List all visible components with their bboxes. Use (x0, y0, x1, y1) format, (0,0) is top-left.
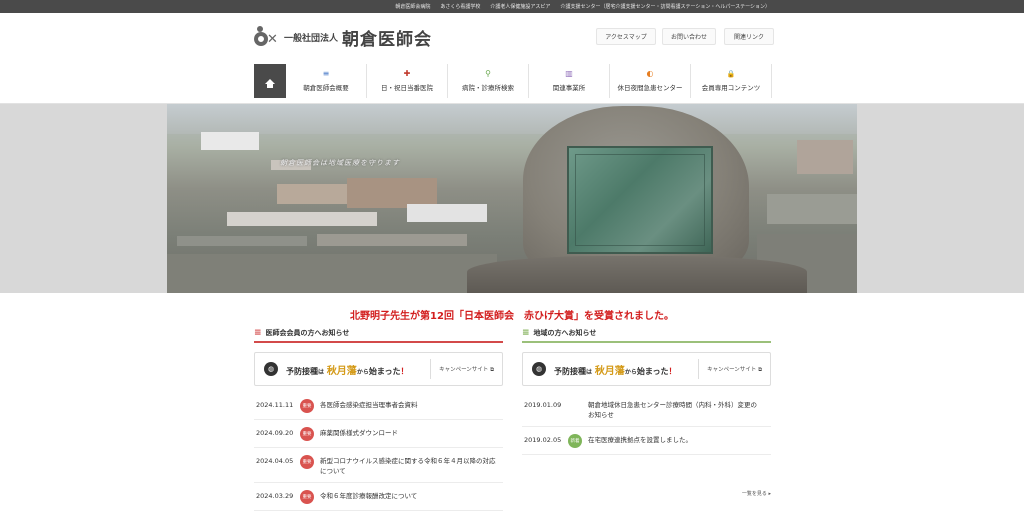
site-header: ✕ 一般社団法人 朝倉医師会 アクセスマップ お問い合わせ 関連リンク ≡ 朝倉… (0, 13, 1024, 104)
monument-base (467, 256, 807, 293)
logo-name: 朝倉医師会 (342, 30, 433, 50)
news-date: 2024.09.20 (256, 429, 294, 437)
community-news-list: 2019.01.09 朝倉地域休日急患センター診療時間（内科・外科）変更のお知ら… (522, 392, 771, 455)
external-link-icon: ⧉ (490, 366, 494, 373)
list-icon: ≡ (322, 69, 330, 78)
lock-icon: 🔒 (726, 70, 736, 78)
award-announcement[interactable]: 北野明子先生が第12回「日本医師会 赤ひげ大賞」を受賞されました。 (0, 307, 1024, 322)
banner-text: 予防接種は 秋月藩から始まった！ (554, 365, 677, 377)
campaign-site-link[interactable]: キャンペーンサイト ⧉ (707, 365, 762, 374)
section-heading: ≡ 医師会会員の方へお知らせ (254, 327, 503, 343)
news-date: 2024.11.11 (256, 401, 294, 409)
news-date: 2019.02.05 (524, 436, 562, 444)
link-hospital[interactable]: 朝倉医師会病院 (395, 3, 430, 10)
news-date: 2019.01.09 (524, 401, 562, 409)
new-badge: 新着 (568, 434, 582, 448)
members-news-list: 2024.11.11 重要 各医師会感染症担当理事者会資料 2024.09.20… (254, 392, 503, 511)
nav-item-clinic-search[interactable]: ⚲ 病院・診療所検索 (448, 64, 529, 98)
link-aspia[interactable]: 介護老人保健施設アスピア (490, 3, 550, 10)
banner-text: 予防接種は 秋月藩から始まった！ (286, 365, 409, 377)
news-title[interactable]: 朝倉地域休日急患センター診療時間（内科・外科）変更のお知らせ (588, 399, 758, 420)
news-title[interactable]: 麻薬関係様式ダウンロード (320, 427, 398, 438)
external-link-icon: ⧉ (758, 366, 762, 373)
important-badge: 重要 (300, 455, 314, 469)
cross-icon: ✚ (403, 69, 411, 78)
nav-label: 関連事業所 (552, 84, 586, 92)
contact-button[interactable]: お問い合わせ (662, 28, 716, 45)
related-links-button[interactable]: 関連リンク (724, 28, 774, 45)
nav-label: 日・祝日当番医院 (381, 84, 433, 92)
building-icon: ▥ (565, 69, 573, 78)
search-icon: ⚲ (485, 69, 491, 78)
logo-mark-icon: ✕ (254, 25, 280, 50)
news-title[interactable]: 令和６年度診療報酬改定について (320, 490, 417, 501)
list-item[interactable]: 2024.11.11 重要 各医師会感染症担当理事者会資料 (254, 392, 503, 420)
link-nursing-school[interactable]: あさくら看護学校 (440, 3, 480, 10)
news-date: 2024.03.29 (256, 492, 294, 500)
section-title: 医師会会員の方へお知らせ (265, 328, 350, 337)
list-item[interactable]: 2019.01.09 朝倉地域休日急患センター診療時間（内科・外科）変更のお知ら… (522, 392, 771, 427)
news-title[interactable]: 各医師会感染症担当理事者会資料 (320, 399, 418, 410)
list-item[interactable]: 2024.04.05 重要 新型コロナウイルス感染症に関する令和６年４月以降の対… (254, 448, 503, 483)
members-notice-column: ≡ 医師会会員の方へお知らせ ◍ 予防接種は 秋月藩から始まった！ キャンペーン… (254, 327, 503, 511)
main-content: 北野明子先生が第12回「日本医師会 赤ひげ大賞」を受賞されました。 ≡ 医師会会… (0, 293, 1024, 516)
nav-label: 休日夜間急患センター (617, 84, 683, 92)
list-item[interactable]: 2019.02.05 新着 在宅医療連携拠点を設置しました。 (522, 427, 771, 455)
top-bar: 朝倉医師会病院 あさくら看護学校 介護老人保健施設アスピア 介護支援センター（居… (0, 0, 1024, 13)
nav-label: 会員専用コンテンツ (701, 84, 761, 92)
community-notice-column: ≡ 地域の方へお知らせ ◍ 予防接種は 秋月藩から始まった！ キャンペーンサイト… (522, 327, 771, 497)
nav-item-overview[interactable]: ≡ 朝倉医師会概要 (286, 64, 367, 98)
important-badge: 重要 (300, 399, 314, 413)
hero-caption: 朝倉医師会は地域医療を守ります (280, 159, 400, 167)
site-logo[interactable]: ✕ 一般社団法人 朝倉医師会 (254, 25, 432, 50)
main-nav: ≡ 朝倉医師会概要 ✚ 日・祝日当番医院 ⚲ 病院・診療所検索 ▥ 関連事業所 … (254, 64, 772, 98)
list-item[interactable]: 2024.03.29 重要 令和６年度診療報酬改定について (254, 483, 503, 511)
hero-section: 朝倉医師会は地域医療を守ります (0, 104, 1024, 293)
list-icon: ≡ (522, 327, 530, 338)
campaign-site-link[interactable]: キャンペーンサイト ⧉ (439, 365, 494, 374)
list-icon: ≡ (254, 327, 262, 338)
moon-icon: ◐ (646, 69, 654, 78)
nav-home[interactable] (254, 64, 286, 98)
link-care-center[interactable]: 介護支援センター（居宅介護支援センター・訪問看護ステーション・ヘルパーステーショ… (560, 3, 770, 10)
home-icon (265, 78, 275, 88)
hero-image: 朝倉医師会は地域医療を守ります (167, 104, 857, 293)
utility-links: アクセスマップ お問い合わせ 関連リンク (596, 28, 774, 45)
bronze-relief-plaque (567, 146, 713, 254)
access-map-button[interactable]: アクセスマップ (596, 28, 656, 45)
vaccination-campaign-banner[interactable]: ◍ 予防接種は 秋月藩から始まった！ キャンペーンサイト ⧉ (522, 352, 771, 386)
important-badge: 重要 (300, 427, 314, 441)
nav-item-holiday-clinic[interactable]: ✚ 日・祝日当番医院 (367, 64, 448, 98)
nav-item-related-facilities[interactable]: ▥ 関連事業所 (529, 64, 610, 98)
important-badge: 重要 (300, 490, 314, 504)
nav-item-emergency-center[interactable]: ◐ 休日夜間急患センター (610, 64, 691, 98)
section-title: 地域の方へお知らせ (533, 328, 597, 337)
news-title[interactable]: 新型コロナウイルス感染症に関する令和６年４月以降の対応について (320, 455, 500, 476)
vaccination-campaign-banner[interactable]: ◍ 予防接種は 秋月藩から始まった！ キャンペーンサイト ⧉ (254, 352, 503, 386)
facility-links: 朝倉医師会病院 あさくら看護学校 介護老人保健施設アスピア 介護支援センター（居… (395, 0, 770, 13)
logo-prefix: 一般社団法人 (284, 34, 339, 44)
section-heading: ≡ 地域の方へお知らせ (522, 327, 771, 343)
news-date: 2024.04.05 (256, 457, 294, 465)
news-title[interactable]: 在宅医療連携拠点を設置しました。 (588, 434, 692, 445)
campaign-logo-icon: ◍ (264, 362, 278, 376)
nav-item-members-only[interactable]: 🔒 会員専用コンテンツ (691, 64, 772, 98)
nav-label: 朝倉医師会概要 (303, 84, 349, 92)
nav-label: 病院・診療所検索 (462, 84, 514, 92)
list-item[interactable]: 2024.09.20 重要 麻薬関係様式ダウンロード (254, 420, 503, 448)
view-all-link[interactable]: 一覧を見る ▸ (742, 490, 771, 497)
campaign-logo-icon: ◍ (532, 362, 546, 376)
